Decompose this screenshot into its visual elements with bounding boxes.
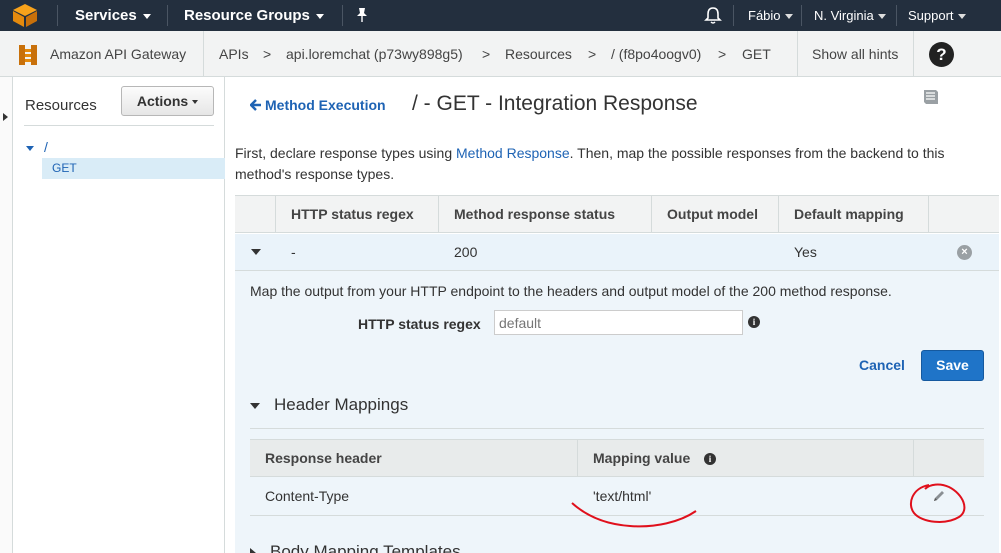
nav-divider (801, 5, 802, 26)
response-detail-panel: Map the output from your HTTP endpoint t… (235, 271, 999, 553)
chevron-down-icon (315, 13, 324, 19)
crumb-separator: > (588, 46, 597, 62)
chevron-right-icon (250, 547, 256, 553)
services-menu[interactable]: Services (75, 7, 151, 24)
intro-text: First, declare response types using Meth… (235, 143, 983, 185)
region-label: N. Virginia (814, 8, 874, 23)
table-row[interactable]: - 200 Yes × (235, 234, 999, 271)
pin-icon[interactable] (355, 7, 369, 23)
crumb-divider (203, 31, 204, 77)
crumb-method[interactable]: GET (742, 31, 771, 77)
chevron-down-icon (784, 14, 793, 20)
crumb-separator: > (718, 46, 727, 62)
column-header: Response header (265, 450, 382, 466)
crumb-separator: > (482, 46, 491, 62)
intro-text-part: First, declare response types using (235, 145, 456, 161)
cell-mapping-value: 'text/html' (593, 488, 652, 504)
resource-groups-label: Resource Groups (184, 7, 310, 24)
header-mappings-title: Header Mappings (274, 395, 409, 414)
info-icon[interactable]: i (704, 453, 716, 465)
actions-label: Actions (136, 93, 189, 109)
tree-item-get[interactable]: GET (42, 158, 225, 179)
breadcrumb: Amazon API Gateway APIs > api.loremchat … (0, 31, 1001, 77)
nav-divider (57, 5, 58, 26)
cell-response-header: Content-Type (265, 488, 350, 504)
cell-status: 200 (454, 244, 478, 260)
user-label: Fábio (748, 8, 781, 23)
cell-regex: - (291, 244, 296, 260)
resource-groups-menu[interactable]: Resource Groups (184, 7, 324, 24)
help-icon[interactable]: ? (929, 42, 954, 67)
column-divider (577, 440, 578, 477)
divider (24, 125, 214, 126)
chevron-down-icon (250, 402, 260, 409)
close-icon[interactable]: × (957, 245, 972, 260)
actions-button[interactable]: Actions (121, 86, 214, 116)
services-label: Services (75, 7, 137, 24)
integration-responses-table-header: HTTP status regex Method response status… (235, 195, 999, 233)
chevron-down-icon (877, 14, 886, 20)
tree-root-label: / (44, 139, 48, 155)
bell-icon[interactable] (704, 6, 722, 25)
column-divider (913, 440, 914, 477)
nav-divider (167, 5, 168, 26)
http-status-regex-input[interactable] (494, 310, 743, 335)
chevron-down-icon (192, 100, 199, 105)
resources-title: Resources (25, 97, 97, 114)
service-link[interactable]: Amazon API Gateway (50, 31, 186, 77)
region-menu[interactable]: N. Virginia (814, 8, 886, 23)
chevron-right-icon (3, 113, 8, 121)
crumb-resource-path[interactable]: / (f8po4oogv0) (611, 31, 701, 77)
method-execution-link[interactable]: Method Execution (249, 97, 386, 113)
chevron-down-icon (957, 14, 966, 20)
column-header: Default mapping (778, 196, 929, 233)
tree-item-root[interactable]: / (26, 139, 48, 155)
api-gateway-icon[interactable] (16, 43, 40, 67)
method-response-link[interactable]: Method Response (456, 145, 570, 161)
resources-panel: Resources Actions / GET (14, 77, 225, 553)
arrow-left-icon (249, 99, 261, 111)
column-header-blank (928, 196, 999, 233)
support-label: Support (908, 8, 954, 23)
nav-divider (733, 5, 734, 26)
map-description: Map the output from your HTTP endpoint t… (250, 283, 892, 299)
show-all-hints-button[interactable]: Show all hints (812, 31, 898, 77)
body-mapping-templates-title: Body Mapping Templates (270, 542, 461, 553)
nav-divider (342, 5, 343, 26)
info-icon[interactable]: i (748, 316, 760, 328)
crumb-apis[interactable]: APIs (219, 31, 249, 77)
chevron-down-icon[interactable] (251, 249, 261, 255)
column-header: HTTP status regex (275, 196, 439, 233)
column-header: Output model (651, 196, 779, 233)
user-menu[interactable]: Fábio (748, 8, 793, 23)
chevron-down-icon[interactable] (26, 145, 34, 151)
header-mappings-table-header: Response header Mapping value i (250, 439, 984, 477)
body-mapping-templates-toggle[interactable]: Body Mapping Templates (250, 542, 461, 553)
page-title: / - GET - Integration Response (412, 92, 698, 115)
column-header: Method response status (438, 196, 651, 233)
regex-label: HTTP status regex (358, 316, 481, 332)
top-navigation-bar: Services Resource Groups Fábio N. Virgin… (0, 0, 1001, 31)
divider (250, 428, 984, 429)
method-execution-label: Method Execution (265, 97, 386, 113)
aws-cube-icon[interactable] (10, 3, 40, 28)
column-header: Mapping value (593, 450, 691, 466)
save-button[interactable]: Save (921, 350, 984, 381)
pencil-icon[interactable] (932, 489, 946, 503)
crumb-separator: > (263, 46, 272, 62)
cancel-button[interactable]: Cancel (859, 357, 905, 373)
header-mappings-toggle[interactable]: Header Mappings (250, 395, 408, 415)
chevron-down-icon (142, 13, 151, 19)
nav-divider (896, 5, 897, 26)
cell-default: Yes (794, 244, 817, 260)
crumb-resources[interactable]: Resources (505, 31, 572, 77)
crumb-api-name[interactable]: api.loremchat (p73wy898g5) (286, 31, 463, 77)
collapse-handle[interactable] (0, 77, 13, 553)
crumb-divider (913, 31, 914, 77)
support-menu[interactable]: Support (908, 8, 966, 23)
table-row: Content-Type 'text/html' (250, 478, 984, 516)
book-icon[interactable] (921, 87, 941, 107)
crumb-divider (797, 31, 798, 77)
main-content: Method Execution / - GET - Integration R… (235, 77, 999, 553)
